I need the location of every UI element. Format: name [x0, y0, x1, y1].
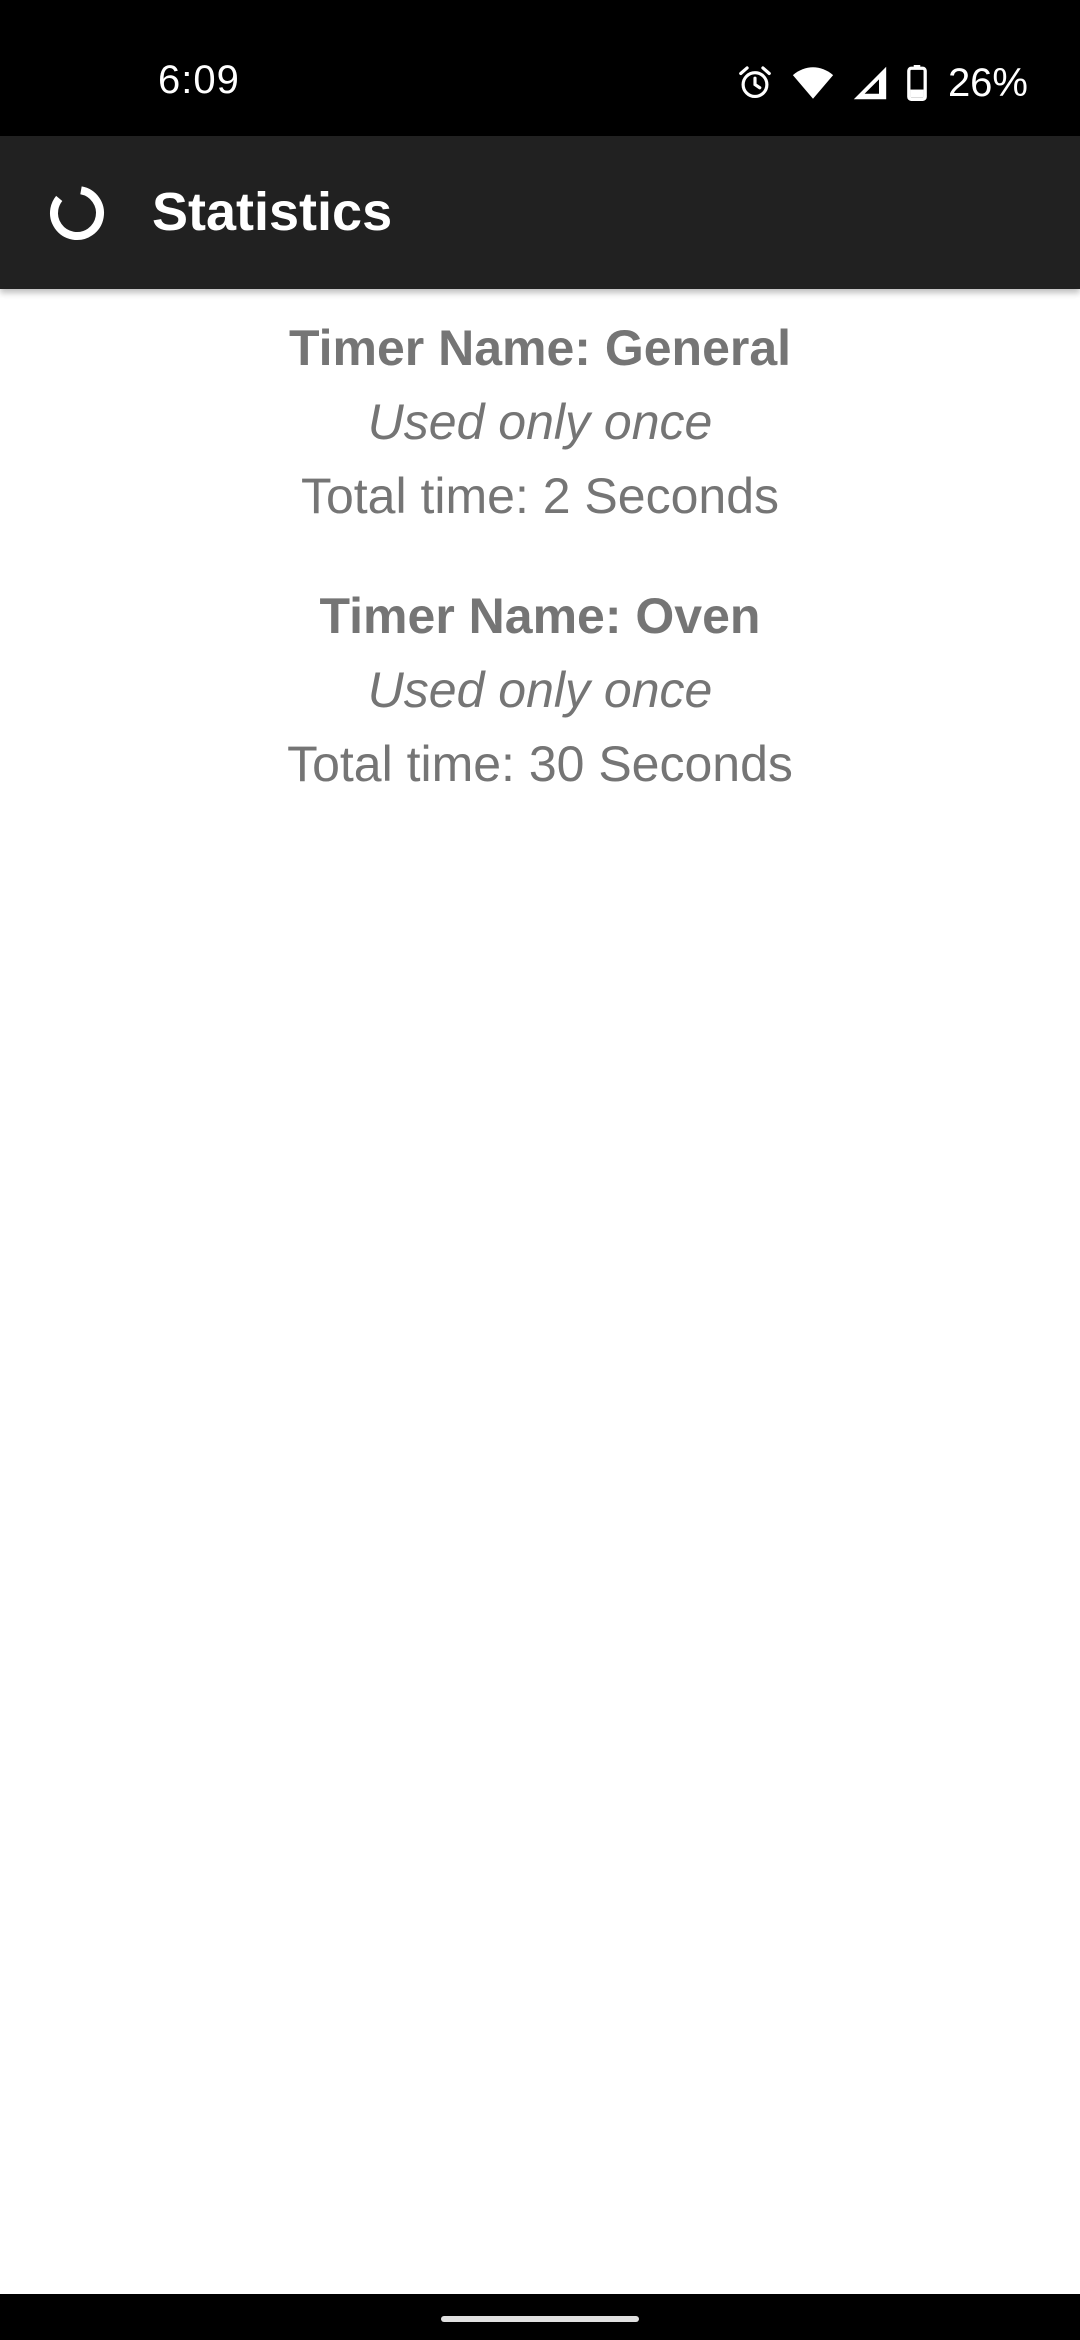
- timer-usage: Used only once: [367, 662, 713, 718]
- signal-icon: [852, 65, 888, 101]
- status-icons: 26%: [736, 58, 1028, 108]
- timer-total-time: Total time: 2 Seconds: [300, 468, 780, 524]
- timer-name: Timer Name: General: [288, 320, 792, 376]
- status-time: 6:09: [158, 58, 240, 102]
- page-title: Statistics: [152, 182, 393, 242]
- progress-ring-icon: [48, 184, 106, 242]
- home-gesture-handle[interactable]: [441, 2316, 639, 2322]
- statistics-list: Timer Name: General Used only once Total…: [0, 289, 1080, 801]
- battery-percent: 26%: [947, 60, 1028, 105]
- timer-total-time: Total time: 30 Seconds: [287, 736, 793, 792]
- battery-icon: [906, 65, 928, 101]
- stat-item-oven: Timer Name: Oven Used only once Total ti…: [0, 557, 1080, 801]
- timer-usage: Used only once: [367, 394, 713, 450]
- navigation-bar: [0, 2294, 1080, 2340]
- timer-name: Timer Name: Oven: [319, 588, 761, 644]
- status-bar: 6:09 26%: [0, 0, 1080, 136]
- alarm-icon: [736, 64, 774, 102]
- stat-item-general: Timer Name: General Used only once Total…: [0, 289, 1080, 533]
- app-bar: Statistics: [0, 136, 1080, 289]
- wifi-icon: [792, 65, 834, 101]
